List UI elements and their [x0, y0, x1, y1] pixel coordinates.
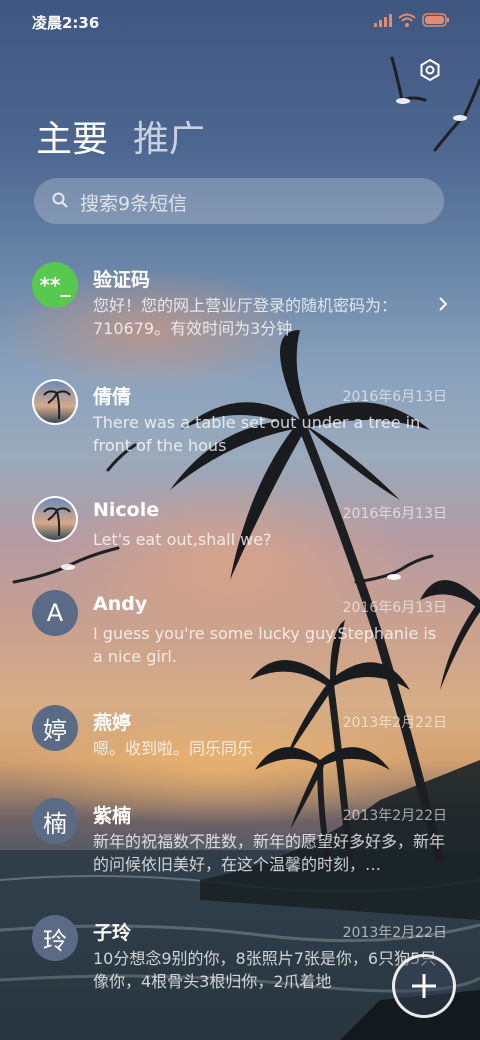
avatar: A [32, 590, 78, 636]
conversation-name: 倩倩 [93, 386, 132, 408]
conversation-name: 燕婷 [93, 712, 132, 734]
battery-icon [422, 12, 450, 31]
avatar [32, 496, 78, 542]
avatar: 玲 [32, 915, 78, 961]
avatar: 婷 [32, 705, 78, 751]
avatar: **_ [32, 262, 78, 308]
avatar: 楠 [32, 798, 78, 844]
new-message-button[interactable] [392, 954, 456, 1018]
conversation-preview: 新年的祝福数不胜数，新年的愿望好多好多，新年的问候依旧美好，在这个温馨的时刻，… [93, 832, 446, 874]
wifi-icon [398, 12, 416, 31]
conversation-date: 2013年2月22日 [342, 925, 447, 941]
conversation-date: 2016年6月13日 [342, 600, 447, 616]
tab-promotions[interactable]: 推广 [133, 110, 205, 162]
status-bar: 凌晨2:36 [0, 0, 480, 40]
settings-button[interactable] [414, 54, 446, 86]
conversation-preview: Let's eat out,shall we? [93, 530, 272, 549]
conversation-preview: 嗯。收到啦。同乐同乐 [93, 739, 254, 758]
signal-icon [374, 12, 392, 31]
conversation-item[interactable]: 楠 紫楠 2013年2月22日 新年的祝福数不胜数，新年的愿望好多好多，新年的问… [0, 796, 480, 906]
conversation-date: 2013年2月22日 [342, 715, 447, 731]
conversation-item[interactable]: **_ 验证码 您好！您的网上营业厅登录的随机密码为：710679。有效时间为3… [0, 258, 480, 368]
tab-primary[interactable]: 主要 [36, 110, 108, 162]
conversation-item[interactable]: 倩倩 2016年6月13日 There was a table set out … [0, 375, 480, 485]
conversation-date: 2016年6月13日 [342, 506, 447, 522]
conversation-name: 子玲 [93, 922, 132, 944]
conversation-date: 2016年6月13日 [342, 389, 447, 405]
conversation-preview: I guess you're some lucky guy.Stephanie … [93, 624, 437, 666]
search-icon [52, 192, 68, 208]
conversation-date: 2013年2月22日 [342, 808, 447, 824]
conversation-preview: 您好！您的网上营业厅登录的随机密码为：710679。有效时间为3分钟 [93, 296, 398, 338]
conversation-preview: There was a table set out under a tree i… [93, 413, 421, 455]
conversation-name: 验证码 [93, 269, 151, 291]
gear-icon [420, 58, 440, 82]
conversation-name: Andy [93, 593, 148, 615]
search-input[interactable]: 搜索9条短信 [34, 178, 444, 224]
conversation-item[interactable]: A Andy 2016年6月13日 I guess you're some lu… [0, 586, 480, 696]
status-icons [374, 12, 454, 30]
conversation-name: 紫楠 [93, 805, 132, 827]
conversation-name: Nicole [93, 499, 160, 521]
chevron-right-icon [439, 297, 448, 311]
avatar [32, 379, 78, 425]
search-placeholder: 搜索9条短信 [80, 193, 188, 215]
status-time: 凌晨2:36 [32, 14, 100, 32]
plus-icon [412, 974, 436, 998]
